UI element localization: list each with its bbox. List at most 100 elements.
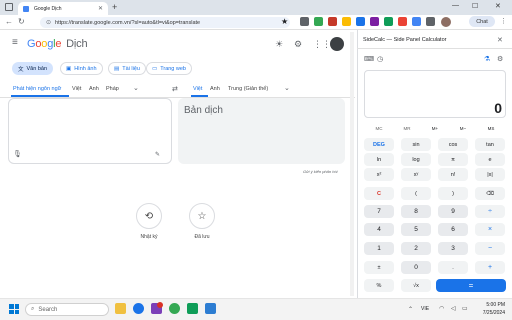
chrome-icon[interactable] [169, 303, 180, 314]
settings-gear-icon[interactable]: ⚙ [294, 39, 302, 50]
factorial-button[interactable]: n! [438, 168, 468, 181]
memory-recall-button[interactable]: MR [392, 124, 422, 133]
clock-time[interactable]: 5:00 PM [475, 302, 505, 308]
side-panel-close-icon[interactable]: ✕ [497, 36, 503, 44]
digit-9-button[interactable]: 9 [438, 205, 468, 218]
theme-icon[interactable]: ☀ [275, 39, 283, 50]
target-more-chevron-icon[interactable]: ⌄ [284, 84, 290, 92]
browser-tab[interactable]: Google Dịch ✕ [18, 2, 108, 15]
add-button[interactable]: + [475, 261, 505, 274]
new-tab-button[interactable]: + [112, 2, 117, 12]
handwriting-pen-icon[interactable]: ✎ [155, 151, 160, 158]
battery-icon[interactable]: ▭ [462, 305, 468, 312]
mode-images-chip[interactable]: ▣ Hình ảnh [60, 62, 103, 75]
feedback-link[interactable]: Gửi ý kiến phản hồi [303, 169, 338, 174]
digit-5-button[interactable]: 5 [401, 223, 431, 236]
mode-text-chip[interactable]: 文 Văn bản [12, 62, 54, 75]
settings-gear-icon[interactable]: ⚙ [497, 55, 503, 63]
vscode-icon[interactable] [205, 303, 216, 314]
extension-icon[interactable] [314, 17, 323, 26]
language-indicator[interactable]: VIE [421, 306, 429, 312]
address-bar[interactable]: ⊙ https://translate.google.com.vn/?sl=au… [40, 17, 290, 28]
digit-6-button[interactable]: 6 [438, 223, 468, 236]
close-window-button[interactable]: ✕ [495, 2, 501, 10]
source-more-chevron-icon[interactable]: ⌄ [133, 84, 139, 92]
extension-icon[interactable] [342, 17, 351, 26]
bookmark-star-icon[interactable]: ★ [281, 17, 288, 26]
page-scrollbar[interactable] [350, 32, 354, 296]
memory-add-button[interactable]: M+ [420, 124, 450, 133]
extension-icon[interactable] [384, 17, 393, 26]
taskbar-search-box[interactable]: ⌕ Search [25, 303, 109, 316]
close-paren-button[interactable]: ) [438, 187, 468, 200]
clock-date[interactable]: 7/25/2024 [475, 310, 505, 316]
wifi-icon[interactable]: ◠ [439, 305, 444, 312]
extension-icon[interactable] [370, 17, 379, 26]
digit-3-button[interactable]: 3 [438, 242, 468, 255]
apps-grid-icon[interactable]: ⋮⋮ [313, 39, 331, 50]
menu-kebab-icon[interactable]: ⋮ [500, 17, 507, 25]
back-icon[interactable]: ← [5, 17, 13, 26]
negate-button[interactable]: ± [364, 261, 394, 274]
equals-button[interactable]: = [436, 279, 506, 292]
minimize-button[interactable]: — [452, 2, 459, 9]
divide-button[interactable]: ÷ [475, 205, 505, 218]
tab-close-icon[interactable]: ✕ [98, 5, 103, 12]
digit-1-button[interactable]: 1 [364, 242, 394, 255]
extension-icon[interactable] [356, 17, 365, 26]
extension-icon[interactable] [328, 17, 337, 26]
source-lang-option[interactable]: Việt [72, 86, 81, 92]
chat-button[interactable]: Chat [469, 16, 495, 27]
pi-button[interactable]: π [438, 153, 468, 166]
backspace-button[interactable]: ⌫ [475, 187, 505, 200]
target-lang-option[interactable]: Trung (Giản thể) [228, 86, 268, 92]
log-button[interactable]: log [401, 153, 431, 166]
reload-icon[interactable]: ↻ [18, 17, 25, 26]
digit-7-button[interactable]: 7 [364, 205, 394, 218]
source-lang-option[interactable]: Pháp [106, 86, 119, 92]
source-lang-option[interactable]: Anh [89, 86, 99, 92]
decimal-button[interactable]: . [438, 261, 468, 274]
profile-avatar[interactable] [441, 17, 451, 27]
multiply-button[interactable]: × [475, 223, 505, 236]
tray-chevron-icon[interactable]: ⌃ [408, 306, 413, 313]
microphone-icon[interactable]: 🎙 [13, 150, 22, 158]
extension-icon[interactable] [412, 17, 421, 26]
clear-button[interactable]: C [364, 187, 394, 200]
tan-button[interactable]: tan [475, 138, 505, 151]
memory-clear-button[interactable]: MC [364, 124, 394, 133]
source-text-input[interactable] [8, 98, 172, 164]
extension-icon[interactable] [300, 17, 309, 26]
mode-websites-chip[interactable]: ▭ Trang web [146, 62, 192, 75]
history-button[interactable]: ⟲ [136, 203, 162, 229]
target-lang-option[interactable]: Anh [210, 86, 220, 92]
app-icon[interactable] [187, 303, 198, 314]
digit-2-button[interactable]: 2 [401, 242, 431, 255]
extensions-puzzle-icon[interactable] [426, 17, 435, 26]
swap-languages-icon[interactable]: ⇄ [172, 85, 178, 93]
memory-store-button[interactable]: MS [476, 124, 506, 133]
saved-button[interactable]: ☆ [189, 203, 215, 229]
tab-search-icon[interactable] [5, 3, 13, 11]
open-paren-button[interactable]: ( [401, 187, 431, 200]
edge-browser-icon[interactable] [133, 303, 144, 314]
keyboard-icon[interactable]: ⌨ [364, 55, 374, 63]
digit-0-button[interactable]: 0 [401, 261, 431, 274]
power-button[interactable]: xʸ [401, 168, 431, 181]
mode-documents-chip[interactable]: ▤ Tài liệu [108, 62, 146, 75]
account-avatar[interactable] [330, 37, 344, 51]
windows-start-icon[interactable] [9, 304, 19, 314]
deg-toggle-button[interactable]: DEG [364, 138, 394, 151]
target-lang-selected[interactable]: Việt [193, 86, 202, 92]
history-clock-icon[interactable]: ◷ [377, 55, 383, 63]
euler-button[interactable]: e [475, 153, 505, 166]
extension-icon[interactable] [398, 17, 407, 26]
hamburger-menu-icon[interactable]: ≡ [12, 37, 18, 48]
digit-4-button[interactable]: 4 [364, 223, 394, 236]
file-explorer-icon[interactable] [115, 303, 126, 314]
memory-subtract-button[interactable]: M− [448, 124, 478, 133]
ln-button[interactable]: ln [364, 153, 394, 166]
google-translate-logo[interactable]: Google Dịch [27, 38, 88, 50]
maximize-button[interactable]: ☐ [472, 2, 478, 10]
sqrt-button[interactable]: √x [401, 279, 431, 292]
